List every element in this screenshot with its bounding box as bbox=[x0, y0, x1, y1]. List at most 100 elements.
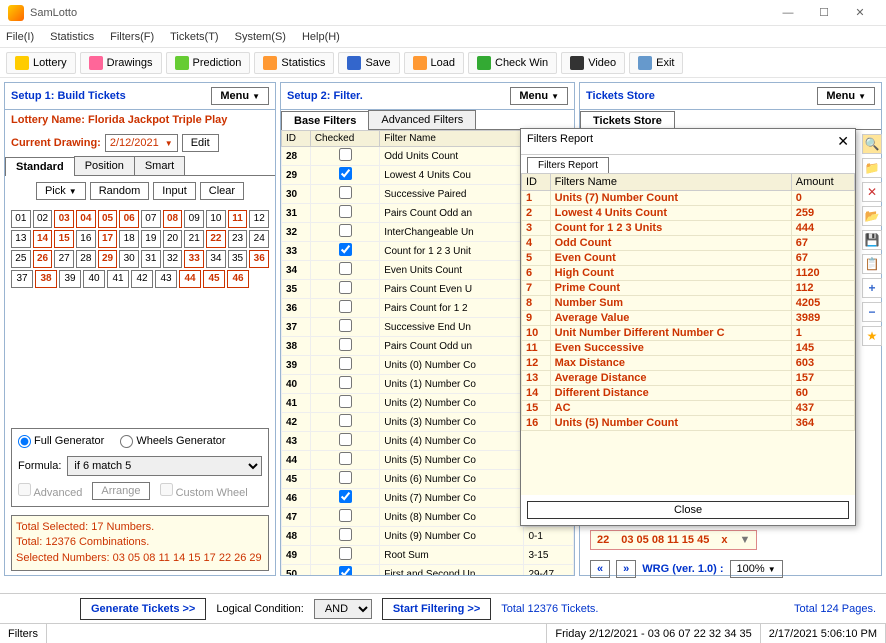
filter-checkbox[interactable] bbox=[339, 205, 352, 218]
filter-checkbox[interactable] bbox=[339, 376, 352, 389]
number-5[interactable]: 05 bbox=[98, 210, 118, 228]
menu-filtersf[interactable]: Filters(F) bbox=[110, 31, 154, 43]
maximize-button[interactable]: ☐ bbox=[806, 6, 842, 19]
filter-checkbox[interactable] bbox=[339, 414, 352, 427]
setup1-menu-button[interactable]: Menu▼ bbox=[211, 87, 269, 105]
table-row[interactable]: 7Prime Count112 bbox=[522, 281, 855, 296]
random-button[interactable]: Random bbox=[90, 182, 150, 200]
close-window-button[interactable]: ✕ bbox=[842, 6, 878, 19]
copy-icon[interactable]: 📋 bbox=[862, 254, 882, 274]
video-button[interactable]: Video bbox=[561, 52, 625, 74]
logical-condition-select[interactable]: AND bbox=[314, 599, 372, 619]
table-row[interactable]: 16Units (5) Number Count364 bbox=[522, 416, 855, 431]
report-close-icon[interactable]: ✕ bbox=[837, 133, 849, 150]
filter-checkbox[interactable] bbox=[339, 357, 352, 370]
table-row[interactable]: 11Even Successive145 bbox=[522, 341, 855, 356]
filter-checkbox[interactable] bbox=[339, 262, 352, 275]
number-7[interactable]: 07 bbox=[141, 210, 161, 228]
number-26[interactable]: 26 bbox=[33, 250, 53, 268]
lottery-button[interactable]: Lottery bbox=[6, 52, 76, 74]
star-icon[interactable]: ★ bbox=[862, 326, 882, 346]
number-13[interactable]: 13 bbox=[11, 230, 31, 248]
tab-smart[interactable]: Smart bbox=[134, 156, 185, 175]
number-17[interactable]: 17 bbox=[98, 230, 118, 248]
report-close-button[interactable]: Close bbox=[527, 501, 849, 519]
store-menu-button[interactable]: Menu▼ bbox=[817, 87, 875, 105]
table-row[interactable]: 48Units (9) Number Co0-1 bbox=[282, 527, 574, 546]
number-32[interactable]: 32 bbox=[163, 250, 183, 268]
number-27[interactable]: 27 bbox=[54, 250, 74, 268]
number-22[interactable]: 22 bbox=[206, 230, 226, 248]
nav-next-button[interactable]: » bbox=[616, 560, 636, 578]
edit-button[interactable]: Edit bbox=[182, 134, 219, 152]
number-23[interactable]: 23 bbox=[228, 230, 248, 248]
chevron-down-icon[interactable]: ▼ bbox=[739, 534, 750, 546]
table-row[interactable]: 4Odd Count67 bbox=[522, 236, 855, 251]
menu-systems[interactable]: System(S) bbox=[235, 31, 286, 43]
number-44[interactable]: 44 bbox=[179, 270, 201, 288]
table-row[interactable]: 3Count for 1 2 3 Units444 bbox=[522, 221, 855, 236]
number-12[interactable]: 12 bbox=[249, 210, 269, 228]
filter-checkbox[interactable] bbox=[339, 148, 352, 161]
number-18[interactable]: 18 bbox=[119, 230, 139, 248]
number-6[interactable]: 06 bbox=[119, 210, 139, 228]
custom-wheel-checkbox[interactable]: Custom Wheel bbox=[160, 483, 248, 499]
save-button[interactable]: Save bbox=[338, 52, 399, 74]
advanced-checkbox[interactable]: Advanced bbox=[18, 483, 82, 499]
delete-icon[interactable]: ✕ bbox=[862, 182, 882, 202]
tab-advanced-filters[interactable]: Advanced Filters bbox=[368, 110, 476, 129]
number-35[interactable]: 35 bbox=[228, 250, 248, 268]
filter-checkbox[interactable] bbox=[339, 528, 352, 541]
menu-filei[interactable]: File(I) bbox=[6, 31, 34, 43]
number-24[interactable]: 24 bbox=[249, 230, 269, 248]
minimize-button[interactable]: — bbox=[770, 7, 806, 19]
table-row[interactable]: 8Number Sum4205 bbox=[522, 296, 855, 311]
exit-button[interactable]: Exit bbox=[629, 52, 683, 74]
number-41[interactable]: 41 bbox=[107, 270, 129, 288]
prediction-button[interactable]: Prediction bbox=[166, 52, 251, 74]
table-row[interactable]: 49Root Sum3-15 bbox=[282, 546, 574, 565]
filter-checkbox[interactable] bbox=[339, 167, 352, 180]
number-33[interactable]: 33 bbox=[184, 250, 204, 268]
filter-checkbox[interactable] bbox=[339, 186, 352, 199]
generate-tickets-button[interactable]: Generate Tickets >> bbox=[80, 598, 206, 620]
number-19[interactable]: 19 bbox=[141, 230, 161, 248]
setup2-menu-button[interactable]: Menu▼ bbox=[510, 87, 568, 105]
number-4[interactable]: 04 bbox=[76, 210, 96, 228]
filter-checkbox[interactable] bbox=[339, 281, 352, 294]
number-8[interactable]: 08 bbox=[163, 210, 183, 228]
checkwin-button[interactable]: Check Win bbox=[468, 52, 557, 74]
clear-button[interactable]: Clear bbox=[200, 182, 244, 200]
full-generator-radio[interactable]: Full Generator bbox=[18, 435, 104, 448]
input-button[interactable]: Input bbox=[153, 182, 195, 200]
tab-standard[interactable]: Standard bbox=[5, 157, 75, 176]
table-row[interactable]: 6High Count1120 bbox=[522, 266, 855, 281]
table-row[interactable]: 1Units (7) Number Count0 bbox=[522, 191, 855, 206]
number-16[interactable]: 16 bbox=[76, 230, 96, 248]
number-42[interactable]: 42 bbox=[131, 270, 153, 288]
number-46[interactable]: 46 bbox=[227, 270, 249, 288]
number-39[interactable]: 39 bbox=[59, 270, 81, 288]
filter-checkbox[interactable] bbox=[339, 224, 352, 237]
minus-icon[interactable]: − bbox=[862, 302, 882, 322]
filter-checkbox[interactable] bbox=[339, 547, 352, 560]
number-45[interactable]: 45 bbox=[203, 270, 225, 288]
report-table[interactable]: IDFilters NameAmount1Units (7) Number Co… bbox=[521, 173, 855, 495]
start-filtering-button[interactable]: Start Filtering >> bbox=[382, 598, 491, 620]
ticket-remove-icon[interactable]: x bbox=[721, 534, 727, 546]
zoom-select[interactable]: 100% ▼ bbox=[730, 560, 783, 578]
table-row[interactable]: 50First and Second Un29-47 bbox=[282, 565, 574, 576]
number-28[interactable]: 28 bbox=[76, 250, 96, 268]
table-row[interactable]: 13Average Distance157 bbox=[522, 371, 855, 386]
formula-select[interactable]: if 6 match 5 bbox=[67, 456, 262, 476]
pick-button[interactable]: Pick ▼ bbox=[36, 182, 86, 200]
menu-statistics[interactable]: Statistics bbox=[50, 31, 94, 43]
disk-icon[interactable]: 💾 bbox=[862, 230, 882, 250]
filter-checkbox[interactable] bbox=[339, 300, 352, 313]
search-icon[interactable]: 🔍 bbox=[862, 134, 882, 154]
number-43[interactable]: 43 bbox=[155, 270, 177, 288]
filter-checkbox[interactable] bbox=[339, 452, 352, 465]
number-25[interactable]: 25 bbox=[11, 250, 31, 268]
arrange-button[interactable]: Arrange bbox=[92, 482, 149, 500]
number-37[interactable]: 37 bbox=[11, 270, 33, 288]
